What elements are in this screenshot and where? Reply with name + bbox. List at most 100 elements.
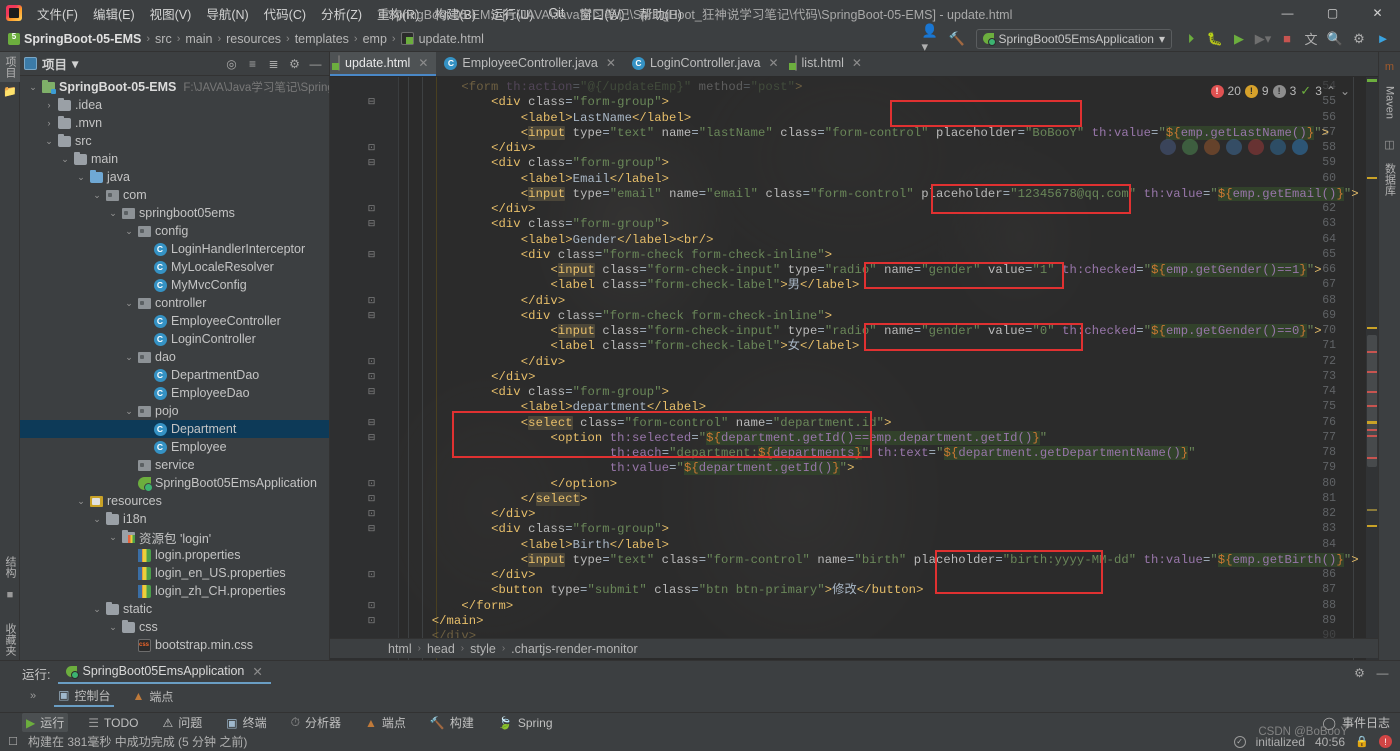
tree-node-springboot05ems[interactable]: ⌄ springboot05ems bbox=[20, 204, 329, 222]
bottom-item-spring[interactable]: 🍃 Spring bbox=[494, 715, 557, 731]
ide-help-icon[interactable]: ► bbox=[1372, 28, 1394, 50]
tree-node-employee[interactable]: ·CEmployee bbox=[20, 438, 329, 456]
code-fold-icon[interactable]: ⊡ bbox=[366, 203, 377, 214]
firefox-icon[interactable] bbox=[1204, 139, 1220, 155]
menu-edit[interactable]: 编辑(E) bbox=[86, 1, 142, 26]
menu-run[interactable]: 运行(U) bbox=[484, 1, 540, 26]
editor-tab-logincontroller-java[interactable]: C LoginController.java ✕ bbox=[624, 52, 787, 76]
chevron-down-icon[interactable]: ⌄ bbox=[122, 406, 136, 417]
marker-warning[interactable] bbox=[1367, 525, 1377, 527]
menu-help[interactable]: 帮助(H) bbox=[633, 1, 689, 26]
tree-node-login-zh-ch-properties[interactable]: · login_zh_CH.properties bbox=[20, 582, 329, 600]
menu-bar[interactable]: 文件(F) 编辑(E) 视图(V) 导航(N) 代码(C) 分析(Z) 重构(R… bbox=[30, 1, 689, 26]
project-tree[interactable]: ⌄ SpringBoot-05-EMS F:\JAVA\Java学习笔记\Sprin… bbox=[20, 76, 329, 664]
tree-node-dao[interactable]: ⌄ dao bbox=[20, 348, 329, 366]
editor-tab-bar[interactable]: update.html ✕ C EmployeeController.java ✕ C Lo… bbox=[330, 52, 1378, 77]
locate-file-icon[interactable]: ◎ bbox=[222, 54, 241, 73]
marker-error[interactable] bbox=[1367, 457, 1377, 459]
notification-badge[interactable]: ! bbox=[1379, 735, 1392, 748]
chevron-down-icon[interactable]: ⌄ bbox=[74, 172, 88, 183]
code-editor[interactable]: 5455⊟565758⊡59⊟606162⊡63⊟6465⊟666768⊡69⊟… bbox=[330, 77, 1378, 666]
menu-git[interactable]: Git bbox=[541, 3, 571, 23]
chrome-icon[interactable] bbox=[1182, 139, 1198, 155]
build-hammer-icon[interactable]: 🔨 bbox=[946, 28, 968, 50]
event-log-label[interactable]: 事件日志 bbox=[1342, 714, 1390, 731]
code-fold-icon[interactable]: ⊟ bbox=[366, 523, 377, 534]
tree-node-springboot05emsapplication[interactable]: · SpringBoot05EmsApplication bbox=[20, 474, 329, 492]
breadcrumb-resources[interactable]: resources bbox=[226, 32, 281, 46]
hide-panel-icon[interactable]: — bbox=[1373, 664, 1392, 683]
idea-preview-icon[interactable] bbox=[1160, 139, 1176, 155]
breadcrumb-src[interactable]: src bbox=[155, 32, 172, 46]
code-fold-icon[interactable]: ⊡ bbox=[366, 615, 377, 626]
expand-all-icon[interactable]: ≡ bbox=[243, 54, 262, 73]
menu-build[interactable]: 构建(B) bbox=[427, 1, 483, 26]
tool-window-structure[interactable]: 结构 bbox=[0, 552, 20, 582]
editor-tab-update-html[interactable]: update.html ✕ bbox=[330, 52, 437, 76]
editor-marker-bar[interactable] bbox=[1366, 77, 1378, 666]
code-fold-icon[interactable]: ⊟ bbox=[366, 249, 377, 260]
window-controls[interactable]: — ▢ ✕ bbox=[1265, 0, 1400, 26]
chevron-down-icon[interactable]: ⌄ bbox=[106, 622, 120, 633]
code-fold-icon[interactable]: ⊡ bbox=[366, 600, 377, 611]
chevron-down-icon[interactable]: ⌄ bbox=[26, 82, 40, 93]
code-fold-icon[interactable]: ⊡ bbox=[366, 371, 377, 382]
gear-icon[interactable]: ⚙ bbox=[285, 54, 304, 73]
code-fold-icon[interactable]: ⊡ bbox=[366, 142, 377, 153]
menu-analyze[interactable]: 分析(Z) bbox=[314, 1, 369, 26]
code-fold-icon[interactable]: ⊡ bbox=[366, 493, 377, 504]
code-fold-icon[interactable]: ⊟ bbox=[366, 157, 377, 168]
safari-icon[interactable] bbox=[1226, 139, 1242, 155]
tree-node-department[interactable]: ·CDepartment bbox=[20, 420, 329, 438]
chevron-down-icon[interactable]: ⌄ bbox=[122, 226, 136, 237]
chevron-right-icon[interactable]: › bbox=[42, 100, 56, 110]
edge-icon[interactable] bbox=[1292, 139, 1308, 155]
close-icon[interactable]: ✕ bbox=[418, 56, 428, 70]
chevron-down-icon[interactable]: ⌄ bbox=[90, 604, 104, 615]
database-icon[interactable]: ◫ bbox=[1380, 135, 1400, 153]
code-fold-icon[interactable]: ⊡ bbox=[366, 356, 377, 367]
chevron-down-icon[interactable]: ⌄ bbox=[74, 496, 88, 507]
minimize-button[interactable]: — bbox=[1265, 0, 1310, 26]
tree-node-departmentdao[interactable]: ·CDepartmentDao bbox=[20, 366, 329, 384]
chevron-down-icon[interactable]: ⌄ bbox=[122, 352, 136, 363]
tree-node-css[interactable]: ⌄ css bbox=[20, 618, 329, 636]
tree-node-loginhandlerinterceptor[interactable]: ·CLoginHandlerInterceptor bbox=[20, 240, 329, 258]
tree-node-login-en-us-properties[interactable]: · login_en_US.properties bbox=[20, 564, 329, 582]
gear-icon[interactable]: ⚙ bbox=[1350, 664, 1369, 683]
code-fold-icon[interactable]: ⊟ bbox=[366, 386, 377, 397]
chevron-down-icon[interactable]: ⌄ bbox=[58, 154, 72, 165]
run-icon[interactable]: ⏵ bbox=[1180, 28, 1202, 50]
menu-view[interactable]: 视图(V) bbox=[143, 1, 199, 26]
bottom-item-run[interactable]: ▶ 运行 bbox=[22, 713, 69, 732]
chevron-down-icon[interactable]: ⌄ bbox=[90, 190, 104, 201]
code-fold-icon[interactable]: ⊡ bbox=[366, 508, 377, 519]
previous-problem-icon[interactable]: ⌃ bbox=[1326, 84, 1336, 98]
expand-tabs-icon[interactable]: » bbox=[30, 690, 36, 702]
inspection-widget[interactable]: ! 20 ! 9 ! 3 ✓ 3 ⌃ ⌄ bbox=[1210, 83, 1350, 99]
run-subtab-endpoints[interactable]: ▲ 端点 bbox=[128, 687, 177, 706]
run-subtab-console[interactable]: ▣ 控制台 bbox=[54, 686, 115, 707]
code-fold-icon[interactable]: ⊟ bbox=[366, 432, 377, 443]
close-icon[interactable]: ✕ bbox=[252, 664, 262, 679]
browser-preview-bar[interactable] bbox=[1160, 139, 1308, 155]
marker-error[interactable] bbox=[1367, 429, 1377, 431]
editor-breadcrumb-bar[interactable]: html › head › style › .chartjs-render-mo… bbox=[330, 638, 1378, 658]
breadcrumb-style[interactable]: style bbox=[470, 642, 496, 656]
tool-window-maven[interactable]: Maven bbox=[1384, 86, 1396, 119]
menu-refactor[interactable]: 重构(R) bbox=[370, 1, 426, 26]
run-sub-tabs[interactable]: » ▣ 控制台 ▲ 端点 bbox=[0, 685, 1400, 707]
marker-error[interactable] bbox=[1367, 371, 1377, 373]
lock-icon[interactable]: 🔒 bbox=[1355, 735, 1369, 749]
editor-gutter[interactable] bbox=[330, 77, 398, 666]
tree-node-springboot-05-ems[interactable]: ⌄ SpringBoot-05-EMS F:\JAVA\Java学习笔记\Sprin… bbox=[20, 78, 329, 96]
tree-node-pojo[interactable]: ⌄ pojo bbox=[20, 402, 329, 420]
code-fold-icon[interactable]: ⊟ bbox=[366, 218, 377, 229]
run-tab-springboot05emsapplication[interactable]: SpringBoot05EmsApplication ✕ bbox=[58, 663, 271, 684]
tree-node-employeedao[interactable]: ·CEmployeeDao bbox=[20, 384, 329, 402]
close-icon[interactable]: ✕ bbox=[852, 56, 862, 70]
tree-node-resources[interactable]: ⌄ resources bbox=[20, 492, 329, 510]
collapse-all-icon[interactable]: ≣ bbox=[264, 54, 283, 73]
bottom-item-todo[interactable]: ☰ TODO bbox=[84, 715, 142, 731]
tree-node-java[interactable]: ⌄ java bbox=[20, 168, 329, 186]
